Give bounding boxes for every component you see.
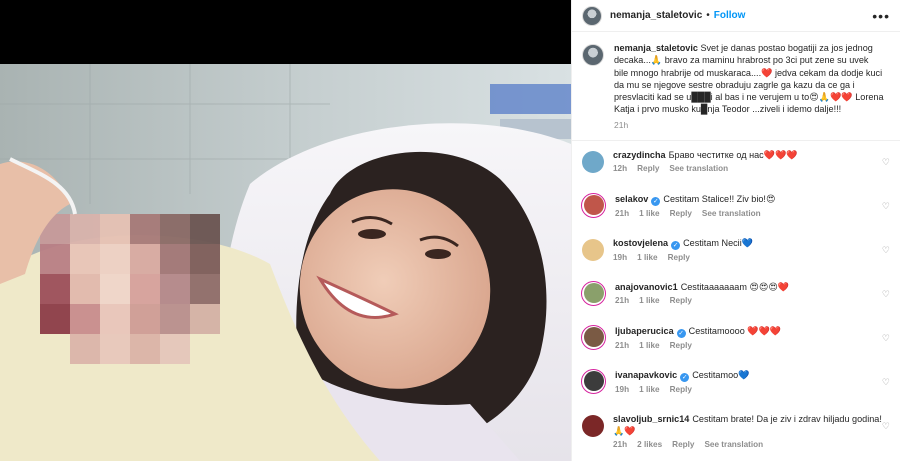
- comment-username[interactable]: ivanapavkovic: [615, 370, 677, 380]
- verified-badge-icon: ✓: [651, 196, 661, 206]
- comment-likes[interactable]: 1 like: [639, 341, 660, 350]
- comment-text: Cestitamoo💙: [692, 369, 750, 380]
- comment-row: anajovanovic1 Cestitaaaaaaam 😍😍😍❤️ 21h 1 li…: [581, 280, 890, 313]
- avatar-image: [583, 283, 604, 304]
- instagram-post-view: nemanja_staletovic • Follow ••• nemanja_…: [0, 0, 900, 461]
- verified-badge-icon: ✓: [671, 240, 681, 250]
- author-avatar[interactable]: [582, 5, 602, 26]
- reply-button[interactable]: Reply: [670, 296, 692, 305]
- comment-likes[interactable]: 1 like: [639, 385, 660, 394]
- avatar-image: [583, 195, 604, 216]
- comment-time: 21h: [613, 440, 628, 450]
- post-header: nemanja_staletovic • Follow •••: [572, 0, 900, 32]
- commenter-avatar[interactable]: [582, 414, 604, 437]
- post-media[interactable]: [0, 0, 571, 461]
- caption-text: Svet je danas postao bogatiji za jos jed…: [614, 43, 884, 115]
- commenter-avatar[interactable]: [582, 238, 604, 261]
- like-comment-heart-icon[interactable]: ♡: [882, 201, 890, 212]
- commenter-avatar[interactable]: [581, 192, 606, 218]
- see-translation-button[interactable]: See translation: [704, 440, 763, 449]
- comment-meta: 21h 1 like Reply: [615, 296, 885, 305]
- comment-meta: 21h 1 like Reply See translation: [615, 209, 885, 218]
- comment-time: 19h: [613, 252, 628, 262]
- caption-username[interactable]: nemanja_staletovic: [614, 43, 698, 53]
- comment-username[interactable]: slavoljub_srnic14: [613, 414, 689, 424]
- commenter-avatar[interactable]: [582, 150, 604, 173]
- comment-row: ivanapavkovic ✓ Cestitamoo💙 19h 1 like Reply ♡: [581, 368, 890, 401]
- verified-badge-icon: ✓: [676, 328, 686, 338]
- caption-author-avatar[interactable]: [582, 44, 604, 66]
- comment-row: kostovjelena ✓ Cestitam Necii💙 19h 1 like Rep…: [582, 237, 890, 269]
- comment-text: Браво честитке од нас❤️❤️❤️: [668, 149, 798, 160]
- comment-time: 21h: [615, 340, 630, 350]
- comment-meta: 19h 1 like Reply: [615, 385, 885, 394]
- like-comment-heart-icon[interactable]: ♡: [882, 289, 890, 300]
- comment-username[interactable]: kostovjelena: [613, 238, 668, 248]
- like-comment-heart-icon[interactable]: ♡: [882, 157, 890, 168]
- like-comment-heart-icon[interactable]: ♡: [882, 421, 890, 432]
- comment-meta: 21h 2 likes Reply See translation: [613, 440, 883, 449]
- comment-text: Cestitam Stalice!! Ziv bio!😍: [663, 193, 776, 204]
- see-translation-button[interactable]: See translation: [669, 164, 728, 173]
- commenter-avatar[interactable]: [581, 324, 606, 350]
- comment-list: crazydincha Браво честитке од нас❤️❤️❤️ 12…: [581, 149, 890, 449]
- avatar-image: [583, 327, 604, 348]
- comment-likes[interactable]: 1 like: [637, 253, 658, 262]
- reply-button[interactable]: Reply: [670, 385, 692, 394]
- author-username[interactable]: nemanja_staletovic: [610, 10, 702, 21]
- like-comment-heart-icon[interactable]: ♡: [882, 377, 890, 388]
- comment-meta: 19h 1 like Reply: [613, 253, 883, 262]
- reply-button[interactable]: Reply: [668, 253, 690, 262]
- reply-button[interactable]: Reply: [672, 440, 694, 449]
- comment-likes[interactable]: 1 like: [639, 296, 660, 305]
- comment-row: crazydincha Браво честитке од нас❤️❤️❤️ 12…: [582, 149, 890, 181]
- post-sidebar: nemanja_staletovic • Follow ••• nemanja_…: [571, 0, 900, 461]
- comment-username[interactable]: ljubaperucica: [615, 326, 674, 336]
- more-options-icon[interactable]: •••: [872, 9, 890, 23]
- comment-likes[interactable]: 1 like: [639, 209, 660, 218]
- comment-text: Cestitamoooo ❤️❤️❤️: [688, 325, 782, 336]
- reply-button[interactable]: Reply: [670, 341, 692, 350]
- comment-row: selakov ✓ Cestitam Stalice!! Ziv bio!😍 21h 1…: [581, 192, 890, 225]
- post-caption: nemanja_staletovic Svet je danas postao …: [582, 42, 890, 130]
- comment-username[interactable]: selakov: [615, 194, 648, 204]
- reply-button[interactable]: Reply: [670, 209, 692, 218]
- see-translation-button[interactable]: See translation: [702, 209, 761, 218]
- avatar-image: [583, 371, 604, 392]
- comment-time: 19h: [615, 384, 630, 394]
- follow-button[interactable]: Follow: [714, 10, 746, 21]
- comment-username[interactable]: crazydincha: [613, 150, 666, 160]
- comment-time: 21h: [615, 208, 630, 218]
- commenter-avatar[interactable]: [581, 368, 606, 394]
- comment-likes[interactable]: 2 likes: [637, 440, 662, 449]
- comment-row: slavoljub_srnic14 Cestitam brate! Da je z…: [582, 413, 890, 449]
- commenter-avatar[interactable]: [581, 280, 606, 306]
- comment-row: ljubaperucica ✓ Cestitamoooo ❤️❤️❤️ 21h 1 li…: [581, 324, 890, 357]
- comment-time: 12h: [613, 164, 628, 174]
- reply-button[interactable]: Reply: [637, 164, 659, 173]
- separator-dot: •: [706, 10, 710, 21]
- comment-time: 21h: [615, 296, 630, 306]
- caption-time: 21h: [614, 119, 629, 130]
- comment-meta: 21h 1 like Reply: [615, 341, 885, 350]
- like-comment-heart-icon[interactable]: ♡: [882, 333, 890, 344]
- comment-username[interactable]: anajovanovic1: [615, 282, 678, 292]
- post-photo: [0, 64, 571, 461]
- comment-meta: 12h Reply See translation: [613, 164, 883, 173]
- comment-text: Cestitam Necii💙: [683, 237, 754, 248]
- like-comment-heart-icon[interactable]: ♡: [882, 245, 890, 256]
- comments-section[interactable]: nemanja_staletovic Svet je danas postao …: [572, 32, 900, 461]
- comment-text: Cestitaaaaaaam 😍😍😍❤️: [680, 281, 790, 292]
- verified-badge-icon: ✓: [680, 372, 690, 382]
